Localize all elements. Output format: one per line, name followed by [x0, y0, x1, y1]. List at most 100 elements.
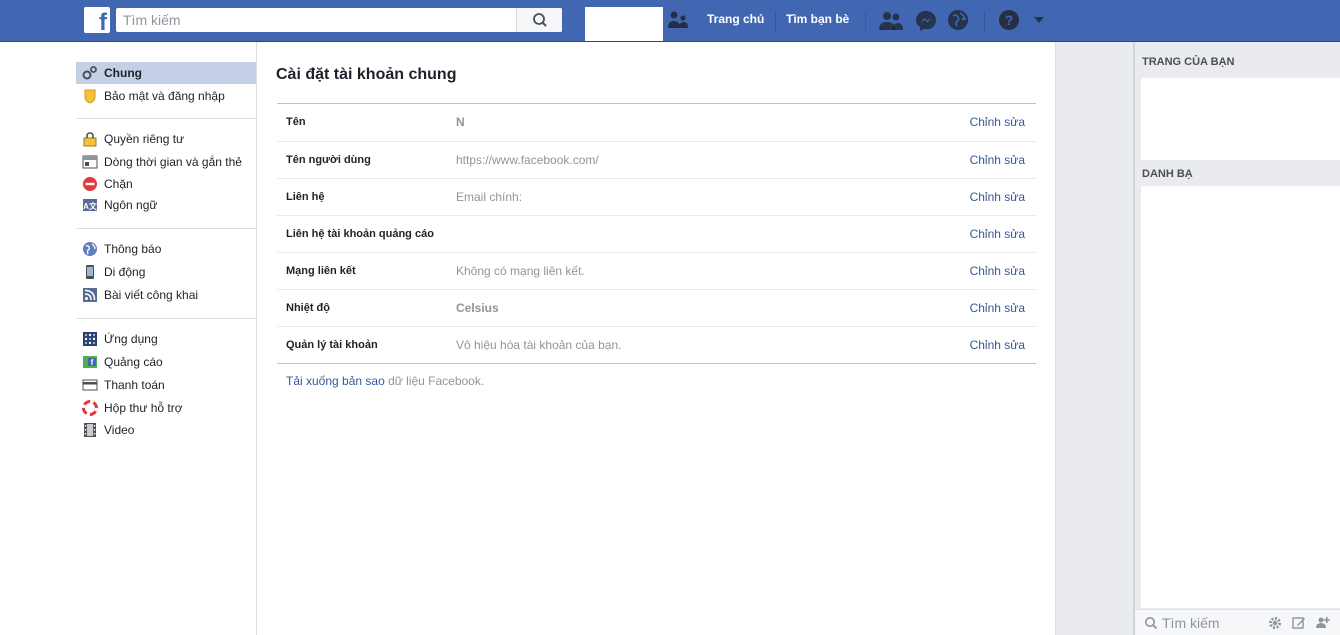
edit-link[interactable]: Chỉnh sửa: [970, 190, 1025, 204]
shield-icon: [82, 88, 98, 104]
setting-label: Mạng liên kết: [286, 265, 356, 277]
setting-row-networks: Mạng liên kết Không có mạng liên kết. Ch…: [277, 252, 1036, 289]
sidebar-item-label: Bảo mật và đăng nhập: [104, 89, 225, 103]
top-bar: f Trang chủ Tìm bạn bè ?: [0, 0, 1340, 42]
facebook-logo[interactable]: f: [84, 7, 110, 36]
setting-value: https://www.facebook.com/: [456, 153, 599, 167]
chat-search-placeholder: Tìm kiếm: [1162, 615, 1220, 631]
svg-text:?: ?: [1005, 12, 1014, 28]
notifications-globe-icon[interactable]: [947, 9, 969, 31]
sidebar-item-label: Thanh toán: [104, 378, 165, 392]
profile-button[interactable]: [585, 7, 663, 41]
setting-value: Celsius: [456, 301, 499, 315]
sidebar-item-label: Ngôn ngữ: [104, 198, 158, 212]
logo-letter: f: [99, 9, 107, 36]
setting-label: Nhiệt độ: [286, 302, 330, 314]
edit-link[interactable]: Chỉnh sửa: [970, 301, 1025, 315]
chat-search-bar[interactable]: Tìm kiếm: [1135, 609, 1340, 635]
gears-icon: [82, 65, 98, 81]
sidebar-item-label: Hộp thư hỗ trợ: [104, 401, 183, 415]
nav-home-link[interactable]: Trang chủ: [707, 12, 764, 26]
help-icon[interactable]: ?: [998, 9, 1020, 31]
sidebar-item-blocking[interactable]: Chặn: [76, 173, 256, 195]
download-copy-link[interactable]: Tải xuống bản sao: [286, 374, 385, 388]
apps-icon: [82, 331, 98, 347]
language-icon: A文: [82, 197, 98, 213]
new-group-icon[interactable]: [1315, 615, 1331, 631]
timeline-icon: [82, 154, 98, 170]
lock-icon: [82, 131, 98, 147]
sidebar-item-notifications[interactable]: Thông báo: [76, 238, 256, 260]
ads-icon: f: [82, 354, 98, 370]
search-icon: [533, 13, 547, 27]
edit-link[interactable]: Chỉnh sửa: [970, 338, 1025, 352]
sidebar-item-timeline[interactable]: Dòng thời gian và gắn thẻ: [76, 151, 256, 173]
sidebar-item-privacy[interactable]: Quyền riêng tư: [76, 128, 256, 150]
sidebar-item-label: Bài viết công khai: [104, 288, 199, 302]
sidebar-item-label: Quyền riêng tư: [104, 132, 185, 146]
main-content: Cài đặt tài khoản chung Tên N Chỉnh sửa …: [256, 42, 1056, 635]
svg-text:f: f: [91, 358, 94, 367]
sidebar-item-support-inbox[interactable]: Hộp thư hỗ trợ: [76, 397, 256, 419]
compose-icon[interactable]: [1292, 616, 1306, 630]
rss-icon: [82, 287, 98, 303]
page-title: Cài đặt tài khoản chung: [276, 66, 457, 83]
sidebar-divider: [76, 228, 256, 229]
sidebar-item-label: Ứng dụng: [104, 332, 158, 346]
edit-link[interactable]: Chỉnh sửa: [970, 153, 1025, 167]
sidebar-item-label: Thông báo: [104, 242, 162, 256]
svg-text:A文: A文: [83, 201, 98, 211]
sidebar-item-label: Quảng cáo: [104, 355, 163, 369]
globe-icon: [82, 241, 98, 257]
download-data-line: Tải xuống bản sao dữ liệu Facebook.: [286, 374, 484, 388]
lifebuoy-icon: [82, 400, 98, 416]
search-button[interactable]: [516, 8, 562, 32]
caret-down-icon[interactable]: [1032, 15, 1046, 25]
sidebar-item-language[interactable]: A文 Ngôn ngữ: [76, 194, 256, 216]
sidebar-item-security[interactable]: Bảo mật và đăng nhập: [76, 85, 256, 107]
setting-row-ad-account-contact: Liên hệ tài khoản quảng cáo Chỉnh sửa: [277, 215, 1036, 252]
settings-sidebar: Chung Bảo mật và đăng nhập Quyền riêng t…: [0, 42, 256, 635]
sidebar-item-label: Dòng thời gian và gắn thẻ: [104, 155, 242, 169]
nav-separator: [984, 11, 985, 31]
sidebar-item-general[interactable]: Chung: [76, 62, 256, 84]
edit-link[interactable]: Chỉnh sửa: [970, 264, 1025, 278]
setting-row-temperature: Nhiệt độ Celsius Chỉnh sửa: [277, 289, 1036, 326]
sidebar-item-label: Video: [104, 423, 135, 437]
sidebar-item-mobile[interactable]: Di động: [76, 261, 256, 283]
nav-find-friends-link[interactable]: Tìm bạn bè: [786, 12, 849, 26]
friend-requests-icon[interactable]: [666, 9, 690, 31]
edit-link[interactable]: Chỉnh sửa: [970, 227, 1025, 241]
contacts-heading: DANH BẠ: [1142, 168, 1193, 180]
mobile-icon: [82, 264, 98, 280]
film-icon: [82, 422, 98, 438]
sidebar-divider: [76, 318, 256, 319]
setting-row-account-management: Quản lý tài khoản Vô hiệu hóa tài khoản …: [277, 326, 1036, 363]
your-pages-heading: TRANG CỦA BẠN: [1142, 56, 1235, 68]
sidebar-item-video[interactable]: Video: [76, 419, 256, 441]
setting-label: Quản lý tài khoản: [286, 339, 378, 351]
gear-icon[interactable]: [1268, 616, 1282, 630]
contacts-panel: [1141, 186, 1340, 608]
search-box: [116, 8, 562, 32]
setting-label: Tên người dùng: [286, 154, 371, 166]
setting-label: Liên hệ: [286, 191, 325, 203]
friends-icon[interactable]: [878, 10, 904, 32]
sidebar-item-payments[interactable]: Thanh toán: [76, 374, 256, 396]
settings-table: Tên N Chỉnh sửa Tên người dùng https://w…: [277, 103, 1036, 364]
sidebar-item-public-posts[interactable]: Bài viết công khai: [76, 284, 256, 306]
setting-row-contact: Liên hệ Email chính: Chỉnh sửa: [277, 178, 1036, 215]
sidebar-divider: [76, 118, 256, 119]
search-input[interactable]: [116, 8, 514, 32]
setting-value: Vô hiệu hóa tài khoản của bạn.: [456, 338, 622, 352]
sidebar-item-ads[interactable]: f Quảng cáo: [76, 351, 256, 373]
edit-link[interactable]: Chỉnh sửa: [970, 115, 1025, 129]
nav-separator: [865, 11, 866, 31]
sidebar-item-apps[interactable]: Ứng dụng: [76, 328, 256, 350]
block-icon: [82, 176, 98, 192]
setting-label: Tên: [286, 116, 306, 128]
messenger-icon[interactable]: [914, 9, 938, 33]
sidebar-item-label: Di động: [104, 265, 146, 279]
setting-value: Không có mạng liên kết.: [456, 264, 585, 278]
nav-separator: [775, 11, 776, 31]
